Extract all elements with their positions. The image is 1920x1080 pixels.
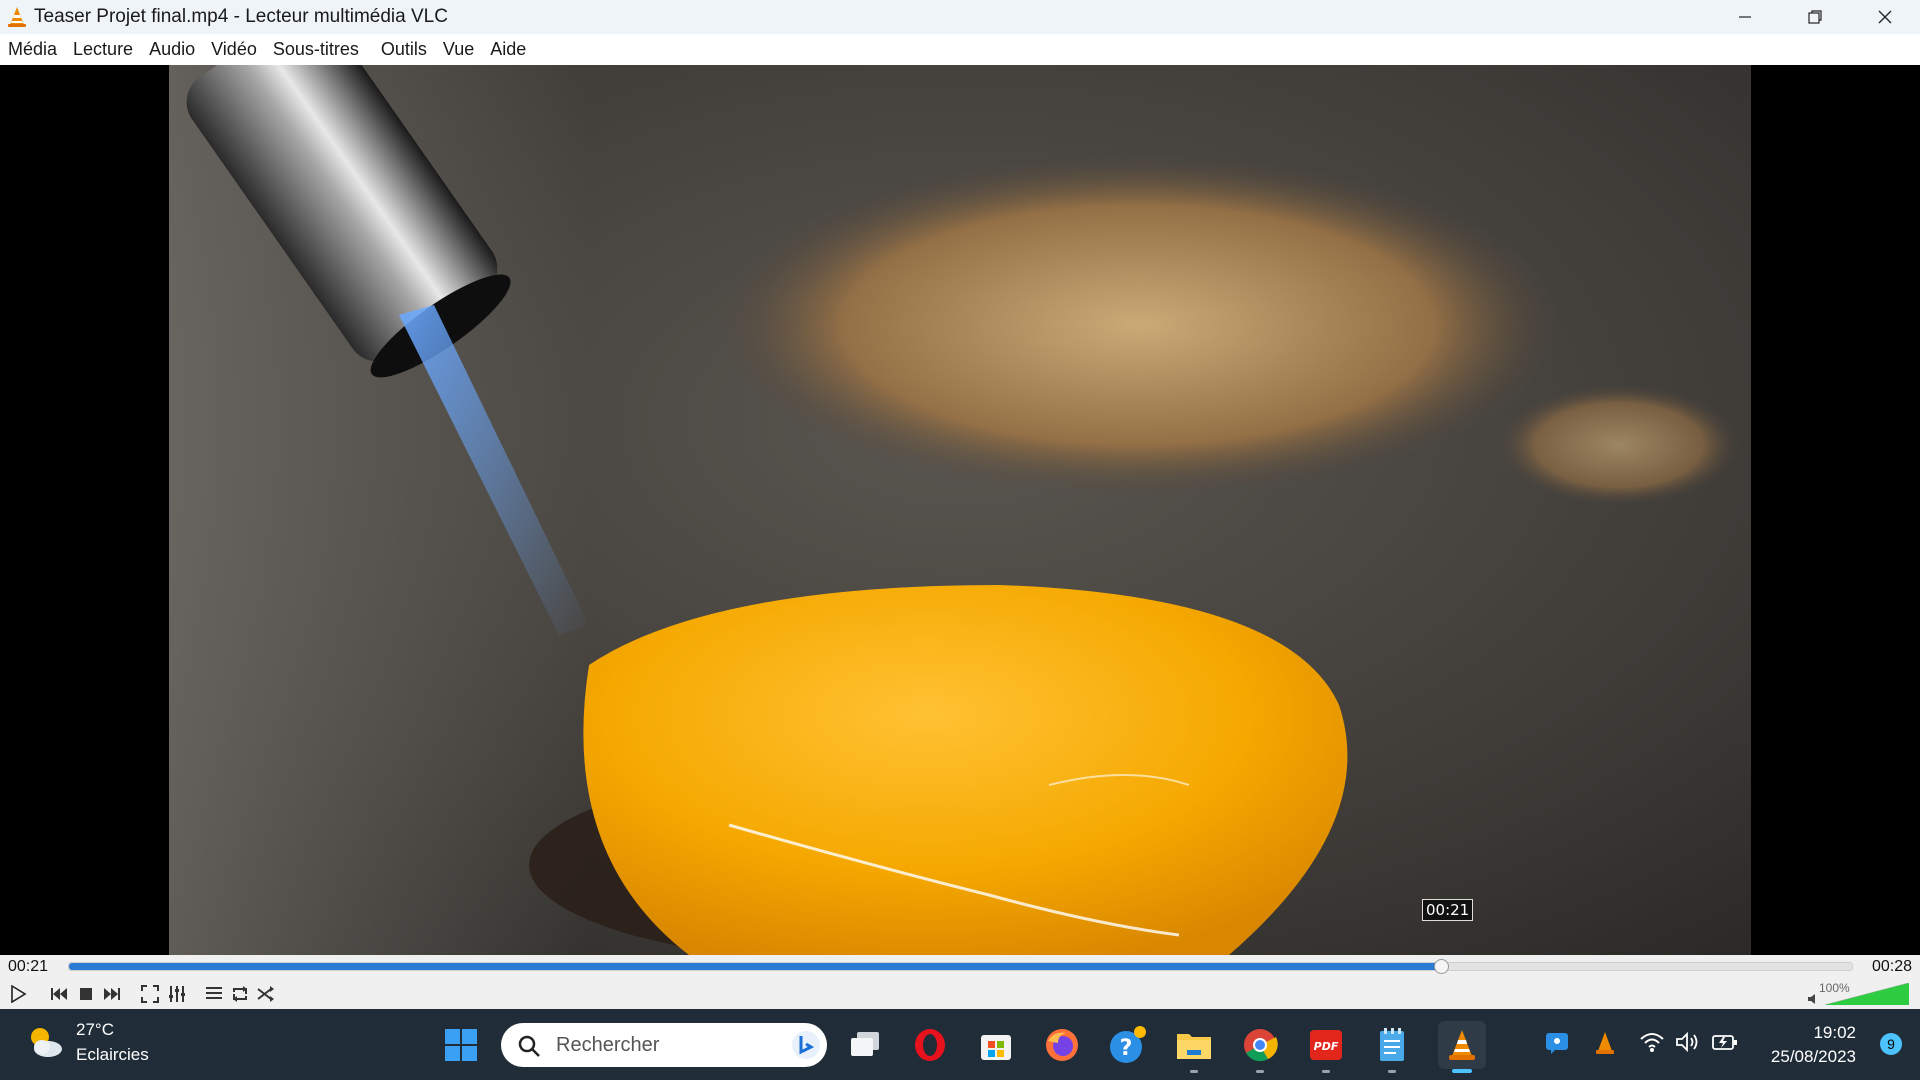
partly-cloudy-icon [31, 1028, 62, 1057]
file-explorer-icon [1177, 1034, 1211, 1059]
taskbar-search[interactable]: Rechercher [501, 1023, 827, 1067]
video-frame[interactable] [169, 65, 1751, 955]
vlc-window: Teaser Projet final.mp4 - Lecteur multim… [0, 0, 1920, 1080]
stop-icon [80, 988, 92, 1000]
seek-hover-tooltip: 00:21 [1422, 899, 1474, 921]
previous-icon [51, 988, 67, 1000]
seek-row: 00:21 00:28 [0, 955, 1920, 979]
menu-media[interactable]: Média [0, 34, 65, 65]
title-bar[interactable]: Teaser Projet final.mp4 - Lecteur multim… [0, 0, 1920, 34]
loop-button[interactable] [228, 982, 252, 1006]
running-indicator [1190, 1070, 1198, 1073]
total-duration: 00:28 [1871, 958, 1912, 975]
chrome-icon [1244, 1029, 1278, 1062]
clock-time[interactable]: 19:02 [1813, 1023, 1856, 1043]
video-area[interactable]: 00:21 [0, 65, 1920, 955]
taskbar-pdf[interactable]: PDF [1306, 1025, 1346, 1073]
minimize-button[interactable] [1710, 0, 1780, 34]
playlist-icon [206, 987, 222, 999]
bing-icon [792, 1031, 820, 1059]
loop-icon [233, 986, 247, 1002]
task-view-icon [851, 1032, 879, 1056]
menu-audio[interactable]: Audio [141, 34, 203, 65]
menu-view[interactable]: Vue [435, 34, 482, 65]
running-indicator [1256, 1070, 1264, 1073]
microsoft-store-icon [981, 1035, 1011, 1060]
restore-icon [1808, 10, 1822, 24]
menu-tools[interactable]: Outils [373, 34, 435, 65]
close-button[interactable] [1850, 0, 1920, 34]
menu-playback[interactable]: Lecture [65, 34, 141, 65]
play-button[interactable] [6, 982, 30, 1006]
volume-control[interactable]: 100% [1807, 981, 1912, 1007]
taskbar-chrome[interactable] [1240, 1025, 1280, 1073]
menu-help[interactable]: Aide [482, 34, 534, 65]
chat-tray-icon[interactable] [1545, 1031, 1569, 1055]
notepad-icon [1380, 1028, 1404, 1061]
minimize-icon [1739, 16, 1751, 18]
active-indicator [1452, 1069, 1472, 1073]
seek-progress [69, 963, 1442, 970]
vlc-cone-icon [0, 0, 34, 34]
shuffle-button[interactable] [254, 982, 278, 1006]
running-indicator [1322, 1070, 1330, 1073]
next-icon [104, 988, 120, 1000]
previous-button[interactable] [47, 982, 71, 1006]
taskbar-store[interactable] [976, 1025, 1016, 1065]
firefox-icon [1046, 1029, 1078, 1061]
fullscreen-button[interactable] [138, 982, 162, 1006]
vlc-tray-icon[interactable] [1594, 1031, 1616, 1055]
next-button[interactable] [100, 982, 124, 1006]
wifi-icon[interactable] [1639, 1031, 1665, 1053]
search-placeholder: Rechercher [556, 1034, 660, 1056]
search-icon [518, 1035, 540, 1057]
menu-video[interactable]: Vidéo [203, 34, 265, 65]
windows-taskbar: 27°C Eclaircies Rechercher ? PDF 19:02 2… [0, 1009, 1920, 1080]
fullscreen-icon [141, 985, 159, 1003]
weather-condition[interactable]: Eclaircies [76, 1045, 149, 1065]
svg-text:PDF: PDF [1314, 1040, 1339, 1053]
video-scene-image [169, 65, 1751, 955]
close-icon [1878, 10, 1892, 24]
taskbar-file-explorer[interactable] [1174, 1025, 1214, 1073]
help-icon: ? [1110, 1026, 1146, 1063]
taskbar-notepad[interactable] [1372, 1025, 1412, 1073]
taskbar-firefox[interactable] [1042, 1025, 1082, 1065]
seek-bar[interactable] [68, 959, 1853, 974]
volume-slider[interactable] [1825, 983, 1909, 1005]
extended-settings-icon [169, 986, 185, 1002]
opera-icon [915, 1029, 945, 1061]
taskbar-vlc[interactable] [1438, 1021, 1486, 1073]
stop-button[interactable] [74, 982, 98, 1006]
weather-temperature[interactable]: 27°C [76, 1020, 114, 1040]
running-indicator [1388, 1070, 1396, 1073]
extended-settings-button[interactable] [165, 982, 189, 1006]
start-button[interactable] [441, 1025, 481, 1065]
restore-button[interactable] [1780, 0, 1850, 34]
volume-tray-icon[interactable] [1675, 1031, 1701, 1053]
battery-charging-icon[interactable] [1711, 1031, 1739, 1053]
play-icon [11, 985, 27, 1003]
window-title: Teaser Projet final.mp4 - Lecteur multim… [34, 6, 448, 27]
pdf-icon: PDF [1310, 1030, 1342, 1060]
clock-date[interactable]: 25/08/2023 [1771, 1047, 1856, 1067]
menu-bar: Média Lecture Audio Vidéo Sous-titres Ou… [0, 34, 1920, 65]
menu-subtitles[interactable]: Sous-titres [265, 34, 373, 65]
seek-handle[interactable] [1433, 959, 1449, 974]
playback-controls: 100% [0, 979, 1920, 1009]
taskbar-opera[interactable] [910, 1025, 950, 1065]
playlist-button[interactable] [202, 982, 226, 1006]
svg-text:?: ? [1120, 1036, 1133, 1061]
shuffle-icon [257, 986, 274, 1002]
vlc-icon [1449, 1030, 1475, 1060]
speaker-icon [1808, 994, 1815, 1004]
taskbar-task-view[interactable] [845, 1025, 885, 1065]
taskbar-help[interactable]: ? [1108, 1025, 1148, 1065]
elapsed-time: 00:21 [8, 958, 49, 975]
windows-start-icon [445, 1029, 477, 1061]
notification-badge[interactable]: 9 [1880, 1033, 1902, 1055]
